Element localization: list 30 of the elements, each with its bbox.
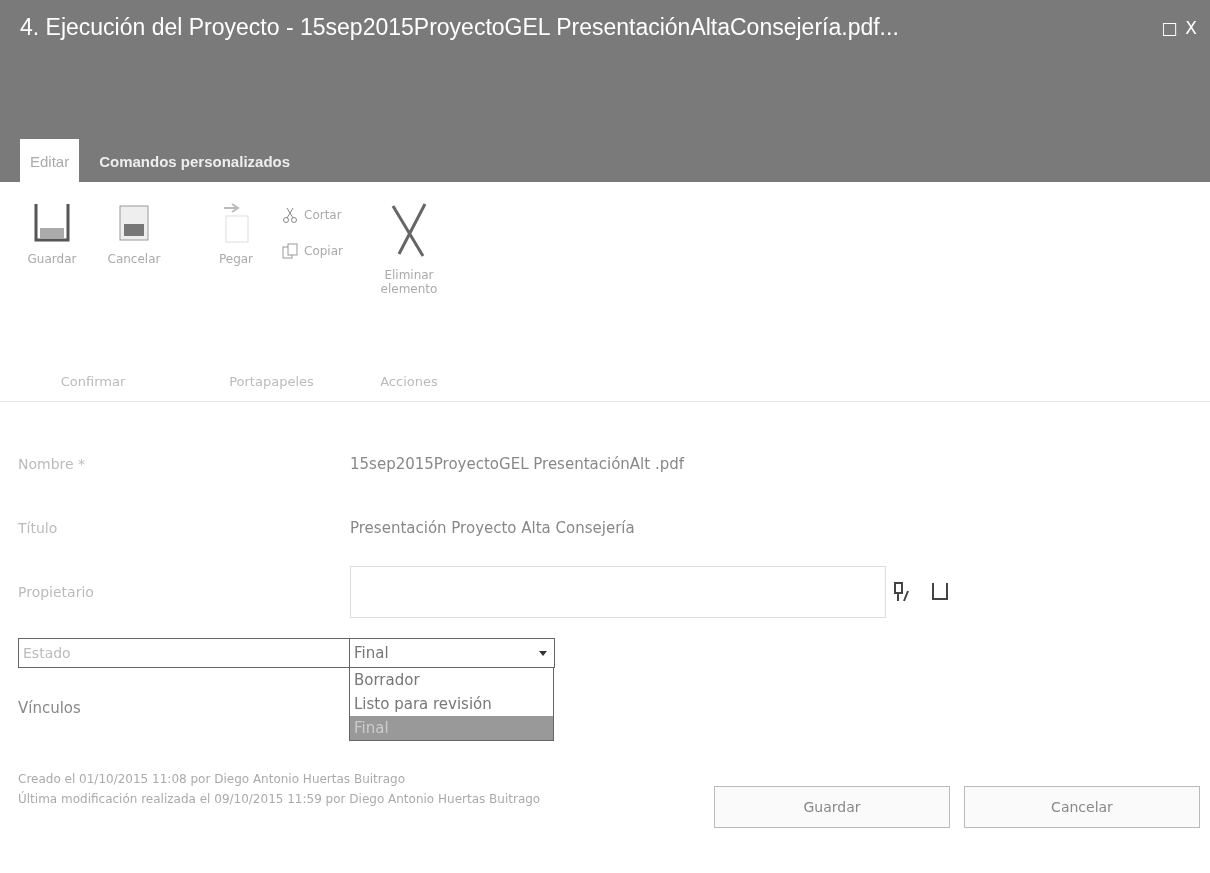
ribbon-button[interactable]: Pegar <box>200 200 272 266</box>
ribbon-button[interactable]: Cortar <box>282 206 343 224</box>
section-heading: Vínculos <box>18 699 81 717</box>
ribbon-button[interactable]: Cancelar <box>98 200 170 266</box>
cancel-button[interactable]: Cancelar <box>964 786 1200 828</box>
save-button[interactable]: Guardar <box>714 786 950 828</box>
ribbon-button[interactable]: Copiar <box>282 242 343 260</box>
copy-icon <box>282 242 298 260</box>
group-label: Portapapeles <box>228 374 315 389</box>
field-label: Propietario <box>18 584 95 600</box>
input-field[interactable] <box>350 566 886 618</box>
ribbon-tab[interactable]: Comandos personalizados <box>89 139 301 182</box>
dropdown-option[interactable]: Borrador <box>350 668 553 692</box>
group-label: Acciones <box>379 374 439 389</box>
field-value: Presentación Proyecto Alta Consejería <box>350 519 635 537</box>
field-label: Nombre * <box>18 456 87 472</box>
close-button[interactable]: X <box>1182 14 1200 41</box>
ribbon-button[interactable]: Guardar <box>16 200 88 266</box>
metadata-text: Última modificación realizada el 09/10/2015 11:59 por Diego Antonio Huertas Buitrago <box>18 792 541 806</box>
ribbon-button[interactable]: Eliminar elemento <box>372 200 445 296</box>
metadata-text: Creado el 01/10/2015 11:08 por Diego Antonio Huertas Buitrago <box>18 772 407 786</box>
maximize-button[interactable]: □ <box>1158 14 1181 41</box>
scissors-icon <box>282 206 298 224</box>
ribbon-tab[interactable]: Editar <box>20 139 80 182</box>
group-label: Confirmar <box>59 374 127 389</box>
field-label: Estado <box>22 644 72 663</box>
dropdown-option[interactable]: Listo para revisión <box>350 692 553 716</box>
window-title: 4. Ejecución del Proyecto - 15sep2015ProyectoGEL PresentaciónAltaConsejería.pdf... <box>20 14 899 41</box>
field-label: Título <box>18 520 59 536</box>
field-value: 15sep2015ProyectoGEL PresentaciónAlt .pdf <box>350 455 684 473</box>
